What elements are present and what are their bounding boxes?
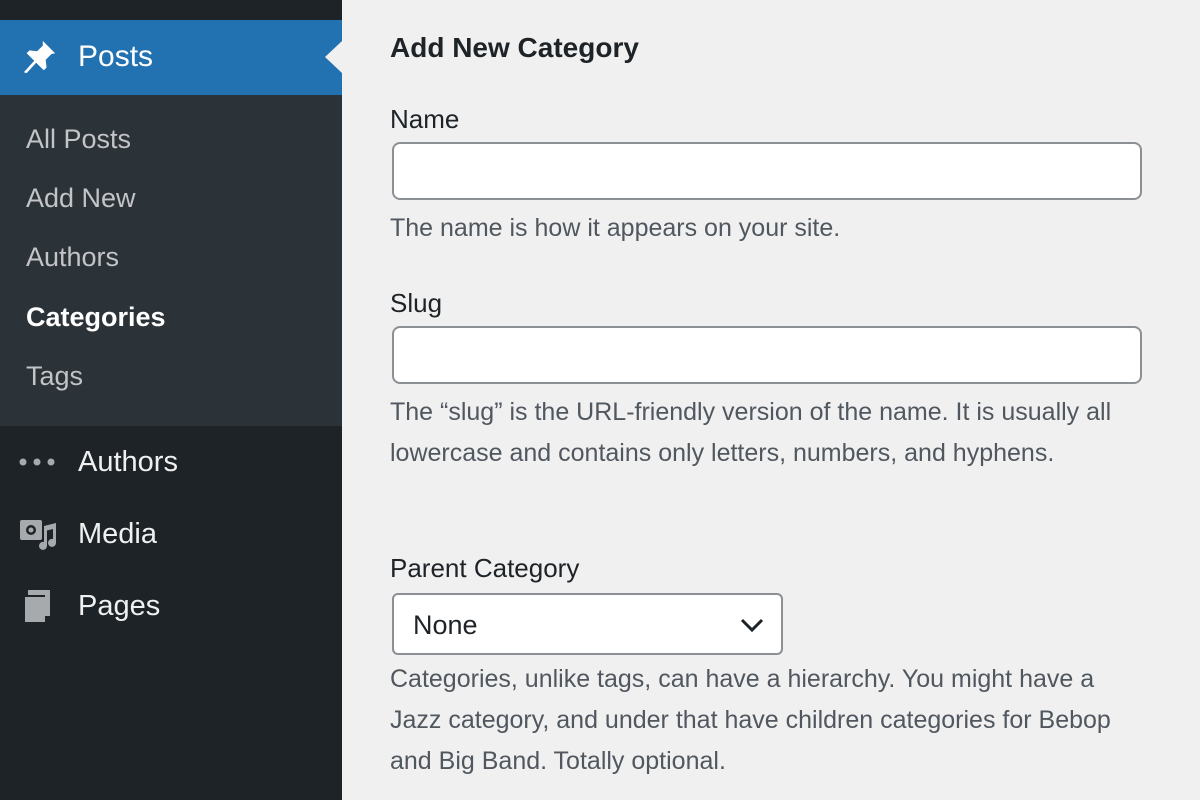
submenu-item-authors[interactable]: Authors xyxy=(26,240,119,274)
sidebar-item-authors[interactable]: Authors xyxy=(0,430,342,494)
media-icon xyxy=(20,520,56,550)
sidebar-item-label: Pages xyxy=(78,590,161,622)
sidebar-item-pages[interactable]: Pages xyxy=(0,574,342,638)
chevron-down-icon xyxy=(740,618,764,633)
pushpin-icon xyxy=(23,40,56,74)
parent-category-select[interactable]: None xyxy=(392,593,783,655)
parent-category-label: Parent Category xyxy=(390,553,580,583)
sidebar-item-posts[interactable]: Posts xyxy=(0,20,342,95)
ellipsis-icon xyxy=(19,458,55,466)
submenu-item-add-new[interactable]: Add New xyxy=(26,181,136,215)
parent-category-description: Categories, unlike tags, can have a hier… xyxy=(390,665,1111,775)
pages-icon xyxy=(23,590,50,622)
posts-submenu: All Posts Add New Authors Categories Tag… xyxy=(0,95,342,426)
slug-label: Slug xyxy=(390,288,443,318)
name-input[interactable] xyxy=(392,142,1142,200)
parent-category-selected-value: None xyxy=(413,610,478,640)
submenu-item-tags[interactable]: Tags xyxy=(26,359,83,393)
name-description: The name is how it appears on your site. xyxy=(390,214,841,242)
submenu-item-categories[interactable]: Categories xyxy=(26,300,166,334)
form-title: Add New Category xyxy=(390,32,639,63)
slug-input[interactable] xyxy=(392,326,1142,384)
sidebar-top-strip xyxy=(0,0,342,20)
sidebar-item-label: Media xyxy=(78,518,157,550)
slug-description: The “slug” is the URL-friendly version o… xyxy=(390,398,1112,467)
name-label: Name xyxy=(390,104,460,134)
sidebar-item-label: Posts xyxy=(78,40,154,73)
admin-sidebar: Posts All Posts Add New Authors Categori… xyxy=(0,0,342,800)
current-menu-arrow-icon xyxy=(325,41,342,73)
sidebar-item-media[interactable]: Media xyxy=(0,502,342,566)
sidebar-item-label: Authors xyxy=(78,446,178,478)
add-category-form: Add New Category Name The name is how it… xyxy=(342,0,1200,800)
submenu-item-all-posts[interactable]: All Posts xyxy=(26,122,131,156)
